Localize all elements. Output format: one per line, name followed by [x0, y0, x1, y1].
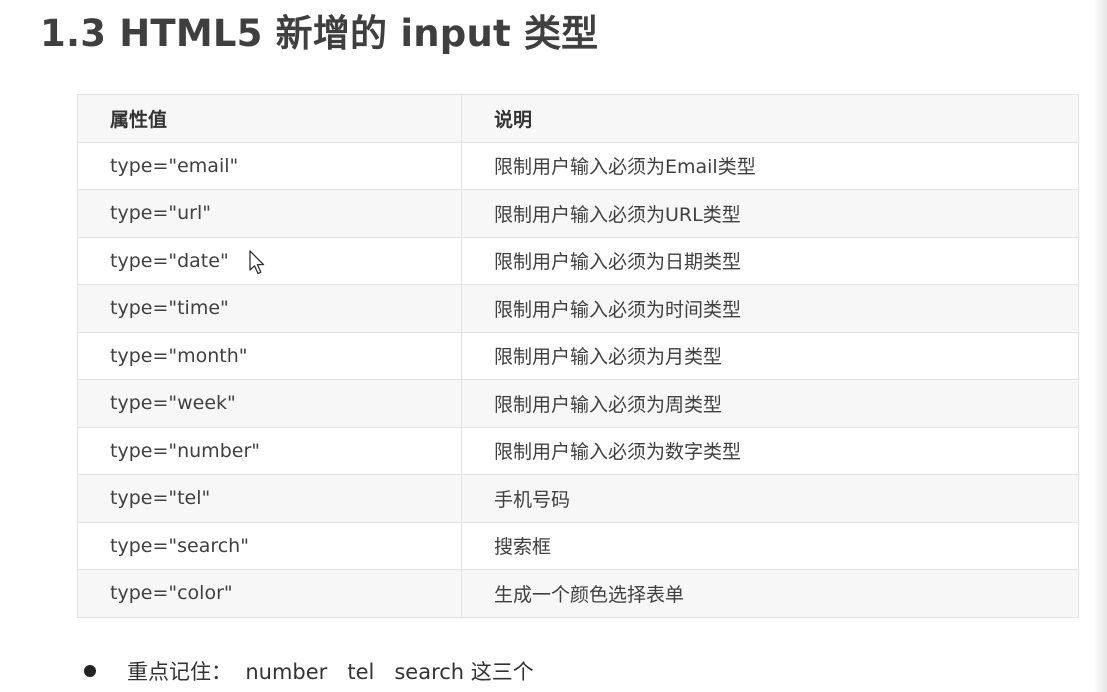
table-header-row: 属性值 说明: [77, 94, 1079, 143]
table-row: type="week" 限制用户输入必须为周类型: [77, 379, 1079, 428]
description-cell: 手机号码: [461, 474, 1079, 523]
description-cell: 限制用户输入必须为周类型: [461, 379, 1079, 428]
bullet-dot-icon: [84, 665, 96, 677]
type-value-cell: type="tel": [77, 474, 462, 523]
input-types-table: 属性值 说明 type="email" 限制用户输入必须为Email类型 typ…: [77, 94, 1079, 618]
table-row: type="time" 限制用户输入必须为时间类型: [77, 284, 1079, 333]
column-header-value: 属性值: [77, 94, 462, 143]
table-row: type="date" 限制用户输入必须为日期类型: [77, 236, 1079, 285]
type-value-cell: type="time": [77, 284, 462, 333]
type-value-cell: type="month": [77, 331, 462, 380]
table-row: type="tel" 手机号码: [77, 474, 1079, 523]
description-cell: 限制用户输入必须为URL类型: [461, 189, 1079, 238]
slide-page: 1.3 HTML5 新增的 input 类型 属性值 说明 type="emai…: [0, 0, 1107, 692]
table-row: type="url" 限制用户输入必须为URL类型: [77, 189, 1079, 238]
table-row: type="month" 限制用户输入必须为月类型: [77, 331, 1079, 380]
type-value-cell: type="search": [77, 521, 462, 570]
description-cell: 生成一个颜色选择表单: [461, 569, 1079, 618]
type-value-cell: type="week": [77, 379, 462, 428]
key-note-text: 重点记住： number tel search 这三个: [127, 660, 534, 684]
column-header-description: 说明: [461, 94, 1079, 143]
description-cell: 限制用户输入必须为时间类型: [461, 284, 1079, 333]
description-cell: 限制用户输入必须为日期类型: [461, 236, 1079, 285]
description-cell: 限制用户输入必须为月类型: [461, 331, 1079, 380]
table-row: type="color" 生成一个颜色选择表单: [77, 569, 1079, 618]
table-row: type="search" 搜索框: [77, 521, 1079, 570]
table-row: type="number" 限制用户输入必须为数字类型: [77, 426, 1079, 475]
type-value-cell: type="color": [77, 569, 462, 618]
key-note: 重点记住： number tel search 这三个: [84, 655, 534, 689]
type-value-cell: type="date": [77, 236, 462, 285]
description-cell: 限制用户输入必须为Email类型: [461, 141, 1079, 190]
table-row: type="email" 限制用户输入必须为Email类型: [77, 141, 1079, 190]
type-value-cell: type="url": [77, 189, 462, 238]
description-cell: 搜索框: [461, 521, 1079, 570]
window-edge-shadow: [1093, 0, 1107, 692]
type-value-cell: type="email": [77, 141, 462, 190]
arrow-cursor-icon: [249, 250, 265, 275]
type-value-cell: type="number": [77, 426, 462, 475]
page-title: 1.3 HTML5 新增的 input 类型: [40, 12, 599, 55]
description-cell: 限制用户输入必须为数字类型: [461, 426, 1079, 475]
